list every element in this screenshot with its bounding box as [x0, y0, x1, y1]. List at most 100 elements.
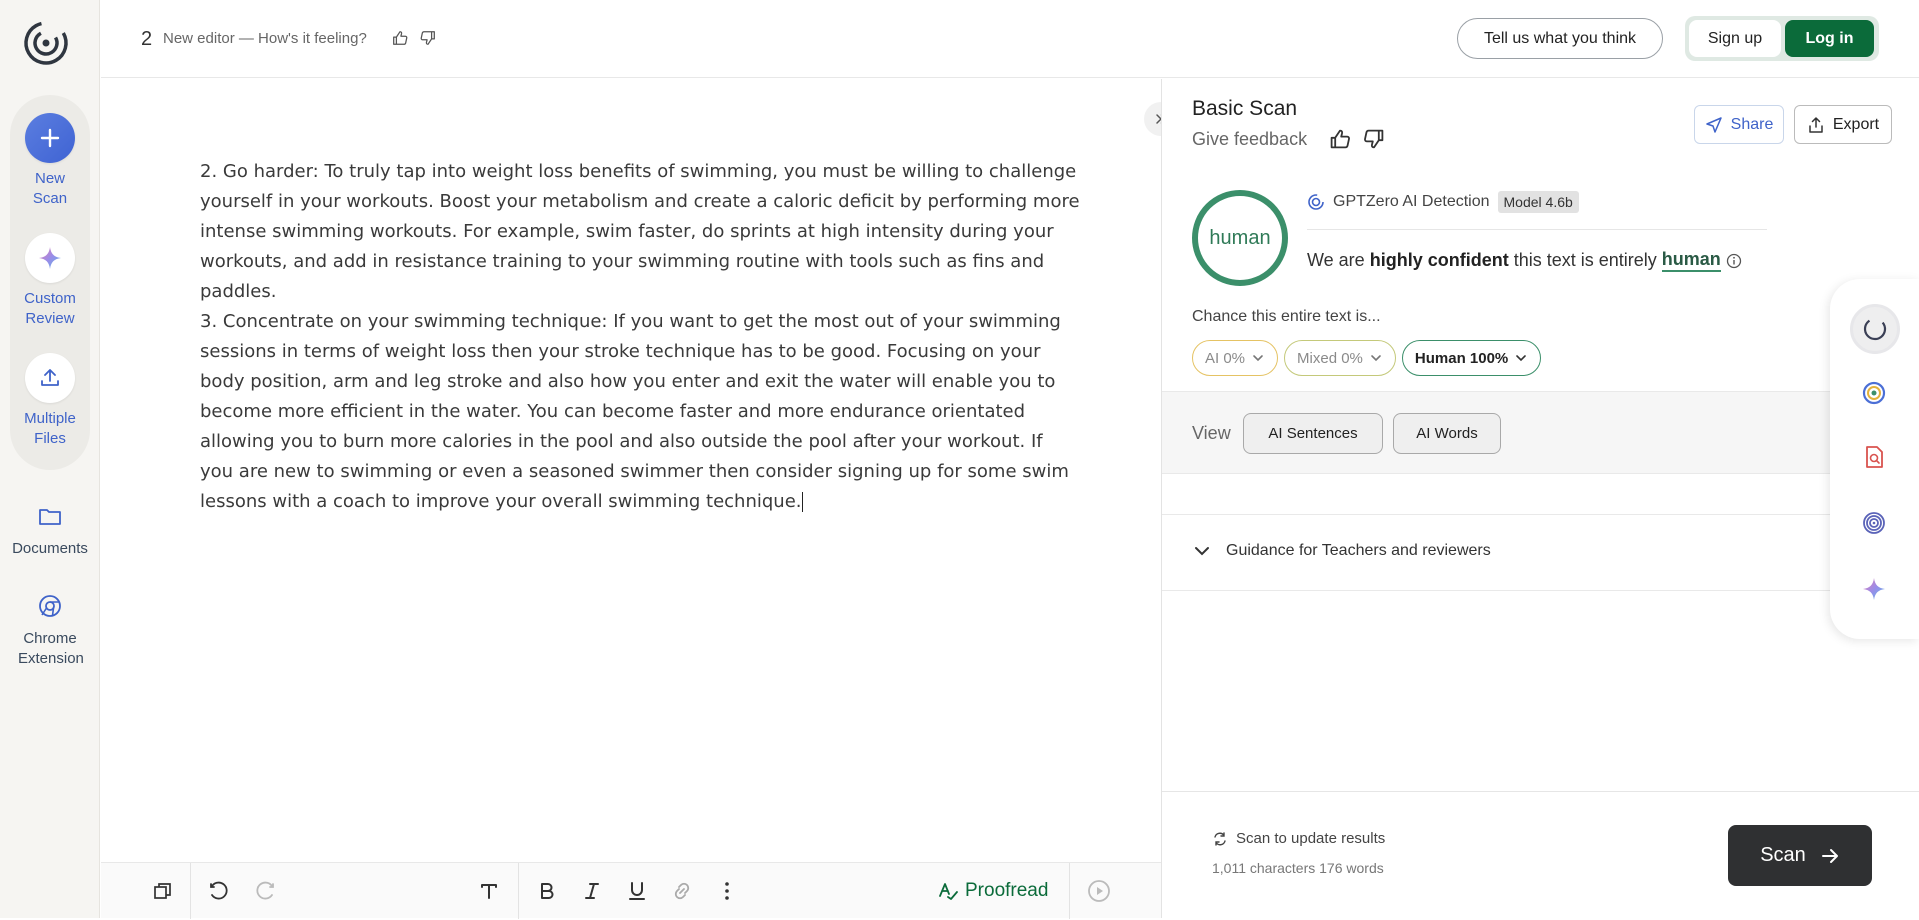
sidebar-item-multiple-files[interactable]: Multiple Files	[0, 353, 100, 449]
panel-title: Basic Scan	[1192, 97, 1298, 120]
sidebar-item-label: New Scan	[32, 170, 68, 207]
dock-ai-review[interactable]	[1854, 569, 1894, 609]
guidance-label: Guidance for Teachers and reviewers	[1226, 542, 1491, 559]
editor-text: 2. Go harder: To truly tap into weight l…	[200, 161, 1080, 512]
document-search-icon	[1861, 444, 1887, 470]
send-icon	[1705, 116, 1723, 134]
arrow-right-icon	[1820, 846, 1840, 866]
link-icon[interactable]	[670, 879, 694, 903]
text-format-icon[interactable]	[477, 879, 501, 903]
export-icon	[1807, 116, 1825, 134]
verdict-middle: this text is entirely	[1513, 250, 1657, 270]
folder-icon	[37, 503, 63, 529]
pill-label: Human 100%	[1414, 349, 1509, 367]
chrome-icon	[37, 593, 63, 619]
text-caret	[801, 492, 803, 512]
chevron-down-icon	[1514, 351, 1528, 365]
results-panel: Basic Scan Give feedback Share Export hu…	[1161, 79, 1919, 918]
pill-label: AI 0%	[1205, 349, 1246, 367]
export-label: Export	[1832, 115, 1880, 133]
detector-info: GPTZero AI Detection Model 4.6b	[1307, 191, 1579, 213]
document-count: 2	[141, 28, 153, 50]
export-button[interactable]: Export	[1794, 105, 1892, 144]
pill-label: Mixed 0%	[1297, 349, 1363, 367]
panel-footer: Scan to update results 1,011 characters …	[1162, 791, 1919, 918]
editor-feedback-thumbs	[391, 29, 437, 47]
scan-button[interactable]: Scan	[1728, 825, 1872, 886]
italic-icon[interactable]	[580, 879, 604, 903]
gptzero-small-icon	[1307, 193, 1325, 211]
chance-label: Chance this entire text is...	[1192, 308, 1381, 325]
dock-writing-analysis[interactable]	[1854, 503, 1894, 543]
ai-probability-pill[interactable]: AI 0%	[1192, 340, 1279, 376]
play-icon[interactable]	[1087, 879, 1111, 903]
plus-icon	[25, 113, 75, 163]
divider	[1307, 229, 1767, 230]
editor-content[interactable]: 2. Go harder: To truly tap into weight l…	[200, 157, 1080, 517]
detector-name: GPTZero AI Detection	[1333, 193, 1490, 210]
divider	[1162, 514, 1919, 515]
sidebar-item-label: Custom Review	[24, 290, 76, 327]
result-feedback-thumbs	[1328, 127, 1386, 151]
verdict-text: We are highly confident this text is ent…	[1307, 249, 1742, 272]
toolbar-divider	[190, 863, 191, 919]
thumbs-down-icon[interactable]	[1362, 127, 1386, 151]
sidebar-item-label: Documents	[12, 540, 88, 557]
thumbs-up-icon[interactable]	[391, 29, 409, 47]
result-ring: human	[1192, 190, 1288, 286]
log-in-button[interactable]: Log in	[1785, 20, 1874, 57]
undo-icon[interactable]	[207, 879, 231, 903]
gptzero-logo[interactable]	[22, 19, 70, 67]
text-editor[interactable]: 2. Go harder: To truly tap into weight l…	[101, 79, 1161, 862]
mixed-probability-pill[interactable]: Mixed 0%	[1284, 340, 1396, 376]
guidance-accordion[interactable]: Guidance for Teachers and reviewers	[1192, 541, 1491, 561]
scan-ring-icon	[1862, 316, 1888, 342]
verdict-result: human	[1661, 249, 1721, 272]
spiral-icon	[1861, 510, 1887, 536]
sidebar-item-chrome-extension[interactable]: Chrome Extension	[0, 593, 100, 669]
proofread-button[interactable]: Proofread	[937, 877, 1048, 905]
sidebar-item-new-scan[interactable]: New Scan	[0, 113, 100, 209]
view-options: View AI Sentences AI Words	[1162, 391, 1919, 474]
dock-plagiarism-check[interactable]	[1854, 437, 1894, 477]
editor-toolbar: Proofread	[101, 862, 1161, 919]
dock-ai-scan[interactable]	[1850, 304, 1900, 354]
colorful-target-icon	[1861, 380, 1887, 406]
character-word-count: 1,011 characters 176 words	[1212, 860, 1384, 876]
human-probability-pill[interactable]: Human 100%	[1401, 340, 1542, 376]
sidebar-item-label: Multiple Files	[24, 410, 76, 447]
bold-icon[interactable]	[535, 879, 559, 903]
tools-dock	[1830, 279, 1919, 639]
more-options-icon[interactable]	[715, 879, 739, 903]
ring-label: human	[1209, 226, 1271, 249]
info-icon[interactable]	[1726, 253, 1742, 269]
sparkle-icon	[1861, 576, 1887, 602]
ai-sentences-button[interactable]: AI Sentences	[1243, 413, 1383, 454]
toolbar-divider	[518, 863, 519, 919]
scan-update-hint: Scan to update results	[1212, 830, 1385, 847]
sparkle-icon	[25, 233, 75, 283]
underline-icon[interactable]	[625, 879, 649, 903]
sidebar-item-documents[interactable]: Documents	[0, 503, 100, 559]
share-label: Share	[1730, 115, 1774, 133]
probability-pills: AI 0% Mixed 0% Human 100%	[1192, 340, 1542, 376]
view-label: View	[1192, 423, 1231, 443]
refresh-icon	[1212, 831, 1228, 847]
divider	[1162, 590, 1919, 591]
dock-source-check[interactable]	[1854, 373, 1894, 413]
share-button[interactable]: Share	[1694, 105, 1784, 144]
scan-update-label: Scan to update results	[1236, 830, 1386, 847]
top-header: 2 New editor — How's it feeling? Tell us…	[101, 0, 1919, 78]
copy-icon[interactable]	[151, 879, 175, 903]
tell-us-button[interactable]: Tell us what you think	[1457, 18, 1663, 59]
ai-words-button[interactable]: AI Words	[1393, 413, 1501, 454]
redo-icon[interactable]	[253, 879, 277, 903]
sidebar-item-label: Chrome Extension	[18, 630, 84, 667]
sign-up-button[interactable]: Sign up	[1689, 20, 1781, 57]
thumbs-up-icon[interactable]	[1328, 127, 1352, 151]
editor-feedback-prompt: New editor — How's it feeling?	[163, 30, 367, 47]
sidebar-item-custom-review[interactable]: Custom Review	[0, 233, 100, 329]
upload-icon	[25, 353, 75, 403]
thumbs-down-icon[interactable]	[419, 29, 437, 47]
chevron-down-icon	[1251, 351, 1265, 365]
